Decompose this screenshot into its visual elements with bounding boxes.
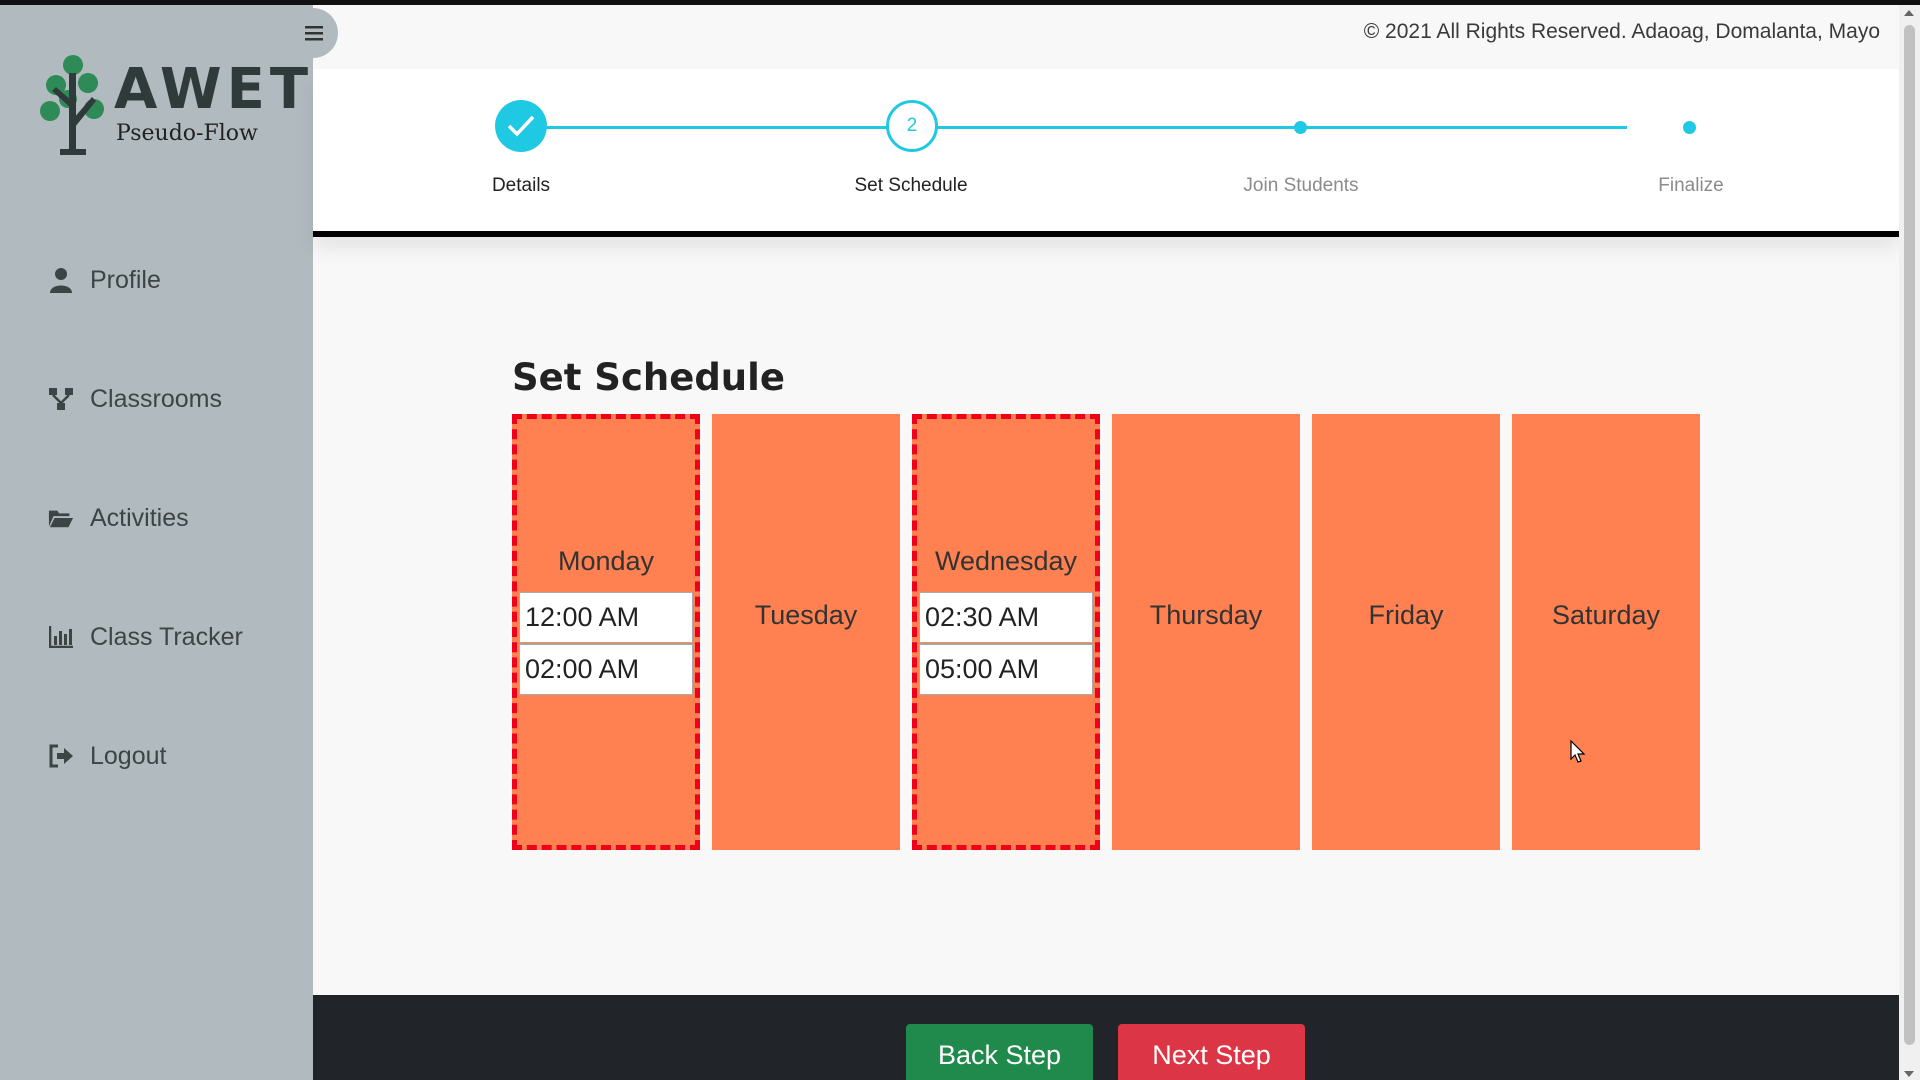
- progress-stepper: 2 Details Set Schedule Join Students Fin…: [313, 69, 1899, 237]
- end-time-input[interactable]: 05:00 AM: [919, 644, 1093, 695]
- network-icon: [48, 386, 74, 412]
- day-name: Thursday: [1149, 600, 1263, 630]
- checkmark-icon: [507, 115, 535, 137]
- sidebar-item-label: Profile: [90, 265, 161, 294]
- user-icon: [48, 267, 74, 293]
- sidebar: AWET Pseudo-Flow Profile Classrooms Acti…: [0, 5, 313, 1080]
- day-card-tuesday[interactable]: Tuesday: [712, 414, 900, 850]
- sidebar-item-class-tracker[interactable]: Class Tracker: [48, 615, 243, 659]
- top-border: [0, 0, 1920, 5]
- end-time-input[interactable]: 02:00 AM: [519, 644, 693, 695]
- step-set-schedule-current[interactable]: 2: [886, 100, 938, 152]
- scroll-down-arrow-icon[interactable]: [1904, 1071, 1914, 1077]
- day-name: Wednesday: [934, 546, 1078, 576]
- logo: AWET Pseudo-Flow: [38, 49, 308, 159]
- step-details-complete[interactable]: [495, 100, 547, 152]
- copyright-text: © 2021 All Rights Reserved. Adaoag, Doma…: [1363, 20, 1880, 43]
- day-card-friday[interactable]: Friday: [1312, 414, 1500, 850]
- day-card-wednesday[interactable]: Wednesday 02:30 AM 05:00 AM: [912, 414, 1100, 850]
- logout-icon: [48, 743, 74, 769]
- sidebar-item-label: Logout: [90, 741, 167, 770]
- sidebar-item-label: Activities: [90, 503, 189, 532]
- sidebar-item-label: Class Tracker: [90, 622, 243, 651]
- next-step-button[interactable]: Next Step: [1118, 1024, 1305, 1080]
- step-finalize-dot[interactable]: [1683, 121, 1696, 134]
- step-connector: [933, 126, 1627, 129]
- footer-bar: [313, 995, 1899, 1080]
- scroll-thumb[interactable]: [1904, 25, 1915, 1045]
- logo-title: AWET: [114, 57, 314, 122]
- step-join-students-dot[interactable]: [1294, 121, 1307, 134]
- section-title: Set Schedule: [512, 356, 785, 399]
- step-label-set-schedule: Set Schedule: [854, 175, 968, 196]
- tree-logo-icon: [40, 55, 104, 155]
- day-name: Friday: [1368, 600, 1444, 630]
- day-name: Saturday: [1551, 600, 1661, 630]
- sidebar-toggle-button[interactable]: [290, 8, 338, 58]
- day-card-thursday[interactable]: Thursday: [1112, 414, 1300, 850]
- back-step-button[interactable]: Back Step: [906, 1024, 1093, 1080]
- step-connector: [543, 126, 891, 129]
- day-card-saturday[interactable]: Saturday: [1512, 414, 1700, 850]
- step-label-join-students: Join Students: [1243, 175, 1359, 196]
- day-card-monday[interactable]: Monday 12:00 AM 02:00 AM: [512, 414, 700, 850]
- sidebar-item-label: Classrooms: [90, 384, 222, 413]
- vertical-scrollbar[interactable]: [1899, 5, 1920, 1080]
- start-time-input[interactable]: 02:30 AM: [919, 592, 1093, 643]
- bar-chart-icon: [48, 624, 74, 650]
- folder-open-icon: [48, 505, 74, 531]
- day-name: Monday: [557, 546, 655, 576]
- scroll-up-arrow-icon[interactable]: [1904, 10, 1914, 16]
- mouse-cursor-icon: [1570, 740, 1586, 763]
- start-time-input[interactable]: 12:00 AM: [519, 592, 693, 643]
- day-name: Tuesday: [754, 600, 858, 630]
- sidebar-item-classrooms[interactable]: Classrooms: [48, 377, 222, 421]
- sidebar-item-profile[interactable]: Profile: [48, 258, 161, 302]
- logo-subtitle: Pseudo-Flow: [116, 121, 258, 146]
- hamburger-icon: [305, 26, 323, 41]
- sidebar-item-activities[interactable]: Activities: [48, 496, 189, 540]
- step-label-details: Details: [491, 175, 551, 196]
- sidebar-item-logout[interactable]: Logout: [48, 734, 166, 778]
- step-label-finalize: Finalize: [1658, 175, 1724, 196]
